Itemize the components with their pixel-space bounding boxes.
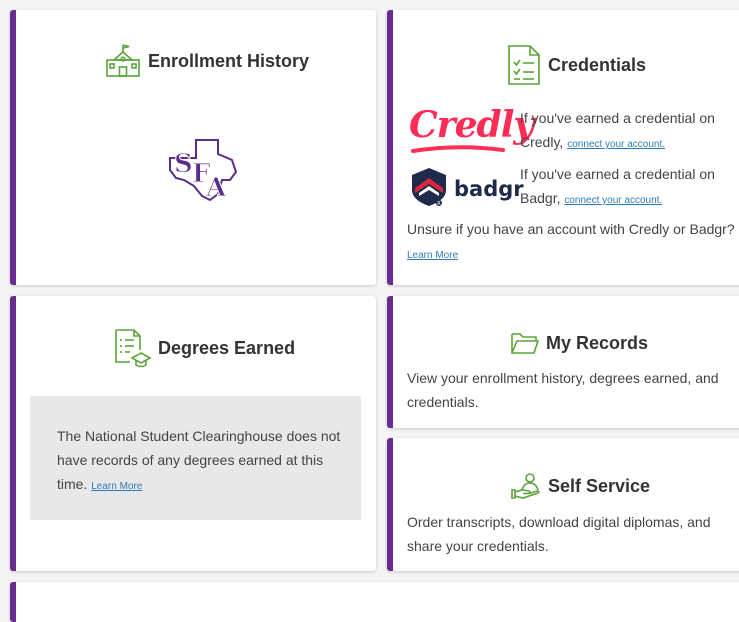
checklist-document-icon <box>506 44 542 86</box>
degrees-message-box: The National Student Clearinghouse does … <box>30 396 361 520</box>
hand-with-person-icon <box>510 472 542 500</box>
svg-text:S: S <box>174 149 193 179</box>
folder-icon <box>510 330 540 356</box>
degrees-learn-more-link[interactable]: Learn More <box>91 481 142 492</box>
credentials-unsure-text: Unsure if you have an account with Credl… <box>407 221 735 237</box>
svg-text:R: R <box>437 201 441 207</box>
svg-text:A: A <box>205 173 227 203</box>
credly-connect-link[interactable]: connect your account. <box>567 139 665 150</box>
credly-logo: Credly <box>409 105 534 161</box>
my-records-description: View your enrollment history, degrees ea… <box>407 370 719 410</box>
credentials-card: Credentials Credly If you've earned a cr… <box>387 10 739 285</box>
next-card-partial <box>10 582 739 622</box>
credentials-learn-more-link[interactable]: Learn More <box>407 250 458 261</box>
my-records-card[interactable]: My Records View your enrollment history,… <box>387 296 739 428</box>
school-building-icon <box>104 42 142 80</box>
diploma-graduation-cap-icon <box>112 328 152 368</box>
self-service-title: Self Service <box>548 475 651 496</box>
credentials-title: Credentials <box>548 54 647 75</box>
enrollment-history-card[interactable]: Enrollment History S F A <box>10 10 376 285</box>
my-records-title: My Records <box>546 332 649 353</box>
sfa-logo: S F A <box>162 136 242 212</box>
degrees-earned-card: Degrees Earned The National Student Clea… <box>10 296 376 571</box>
badgr-connect-link[interactable]: connect your account. <box>564 195 662 206</box>
self-service-description: Order transcripts, download digital dipl… <box>407 514 711 554</box>
badgr-shield-icon: R <box>409 166 449 213</box>
badgr-logo: R badgr <box>409 166 524 213</box>
self-service-card[interactable]: Self Service Order transcripts, download… <box>387 438 739 571</box>
degrees-earned-title: Degrees Earned <box>158 337 296 358</box>
enrollment-history-title: Enrollment History <box>148 50 310 71</box>
